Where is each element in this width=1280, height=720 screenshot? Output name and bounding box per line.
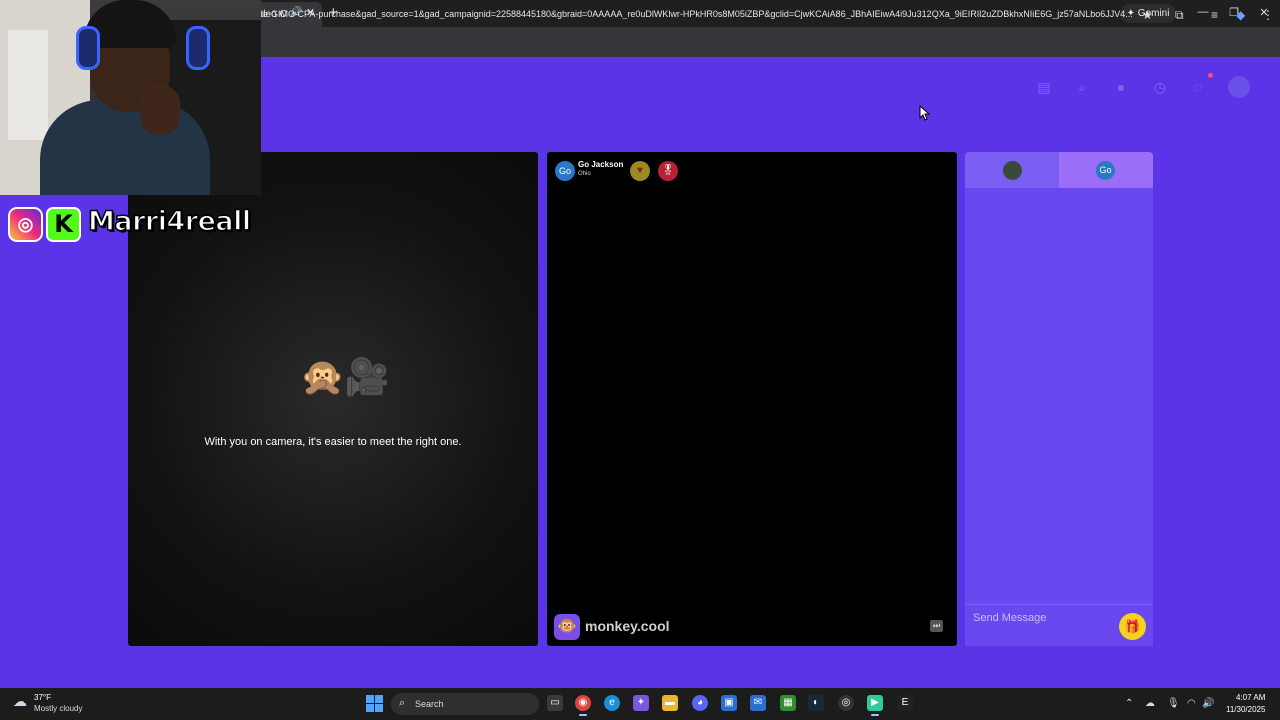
wifi-icon[interactable]: ◠ [1187,698,1196,709]
instagram-icon: ◎ [8,207,43,242]
onedrive-icon[interactable]: ☁ [1145,698,1155,709]
clock-date[interactable]: 11/30/2025 [1226,705,1265,714]
capcut-icon[interactable]: ▶ [867,695,883,711]
chrome-active-indicator [579,714,587,716]
chrome-icon[interactable]: ◉ [575,695,591,711]
camera-prompt: With you on camera, it's easier to meet … [204,436,462,448]
profile-icon[interactable]: ● [1112,78,1130,96]
microphone-icon[interactable]: 🎙 [1167,698,1180,709]
mouse-cursor-icon [919,105,931,121]
chat-icon[interactable]: ◌ [1189,78,1207,96]
peer-video [547,152,957,646]
search-icon[interactable]: ⌕ [1073,78,1091,96]
mail-icon[interactable]: ✉ [750,695,766,711]
peer-avatar[interactable]: Go [555,161,575,181]
minecraft-icon[interactable]: ▦ [780,695,796,711]
epic-games-icon[interactable]: E [897,695,913,711]
webcam-window [8,30,48,140]
volume-icon[interactable]: 🔊 [1202,698,1214,709]
history-icon[interactable]: ◷ [1151,78,1169,96]
weather-cloud-icon[interactable]: ☁ [13,693,31,709]
shop-icon[interactable]: ▤ [1035,78,1053,96]
self-avatar [1003,161,1022,180]
gift-button[interactable]: 🎁 [1119,613,1146,640]
file-explorer-icon[interactable]: ▬ [662,695,678,711]
camera-monkey-illustration: 🙊🎥 [300,356,390,397]
search-glyph-icon: ⌕ [399,697,406,709]
kick-icon: K [46,207,81,242]
monkey-logo-icon: 🐵 [554,614,580,640]
peer-location: Ohio [578,171,591,177]
minimize-button[interactable]: — [1196,6,1210,18]
clock-time[interactable]: 4:07 AM [1236,693,1265,702]
weather-desc[interactable]: Mostly cloudy [34,704,82,713]
browser-menu-icon[interactable]: ⋮ [1262,8,1274,22]
capcut-active-indicator [871,714,879,716]
cast-icon[interactable]: ⧉ [1175,8,1184,23]
streamer-webcam [0,0,261,195]
store-icon[interactable]: ▣ [721,695,737,711]
headphone-left [76,26,100,70]
start-button[interactable] [366,695,383,712]
bookmark-star-icon[interactable]: ★ [1142,8,1153,22]
discord-icon[interactable]: ◕ [692,695,708,711]
headphone-right [186,26,210,70]
edge-icon[interactable]: e [604,695,620,711]
screen: deo C 🔊 ✕ + ✦ Gemini — ❐ ✕ le-GIMC-CPA-p… [0,0,1280,720]
notification-dot [1208,73,1213,78]
send-message-input[interactable] [973,610,1113,626]
brand-name: monkey.cool [585,618,670,634]
task-view-icon[interactable]: ▭ [547,695,563,711]
steam-icon[interactable]: ◐ [808,695,824,711]
webcam-person-body [40,100,210,195]
peer-badge-heart: ♥ [630,161,650,181]
copilot-icon[interactable]: ✦ [633,695,649,711]
url-field[interactable]: le-GIMC-CPA-purchase&gad_source=1&gad_ca… [261,9,1136,19]
skip-next-icon[interactable]: ⏭ [930,620,943,632]
tray-overflow-icon[interactable]: ⌃ [1125,698,1133,709]
peer-chat-avatar: Go [1096,161,1115,180]
cs-icon[interactable]: ◎ [838,695,854,711]
taskbar-search[interactable] [391,693,539,715]
taskbar-search-label: Search [415,699,444,709]
streamer-handle: Marri4reall [87,205,252,238]
avatar-icon[interactable] [1228,76,1250,98]
chat-panel [965,152,1153,646]
weather-temp[interactable]: 37°F [34,693,51,702]
media-control-icon[interactable]: ≡ [1211,8,1218,22]
webcam-hand [140,85,180,135]
peer-name: Go Jackson [578,160,624,169]
peer-badge-medal: 🎖 [658,161,678,181]
extension-icon[interactable]: ◆ [1236,8,1245,22]
